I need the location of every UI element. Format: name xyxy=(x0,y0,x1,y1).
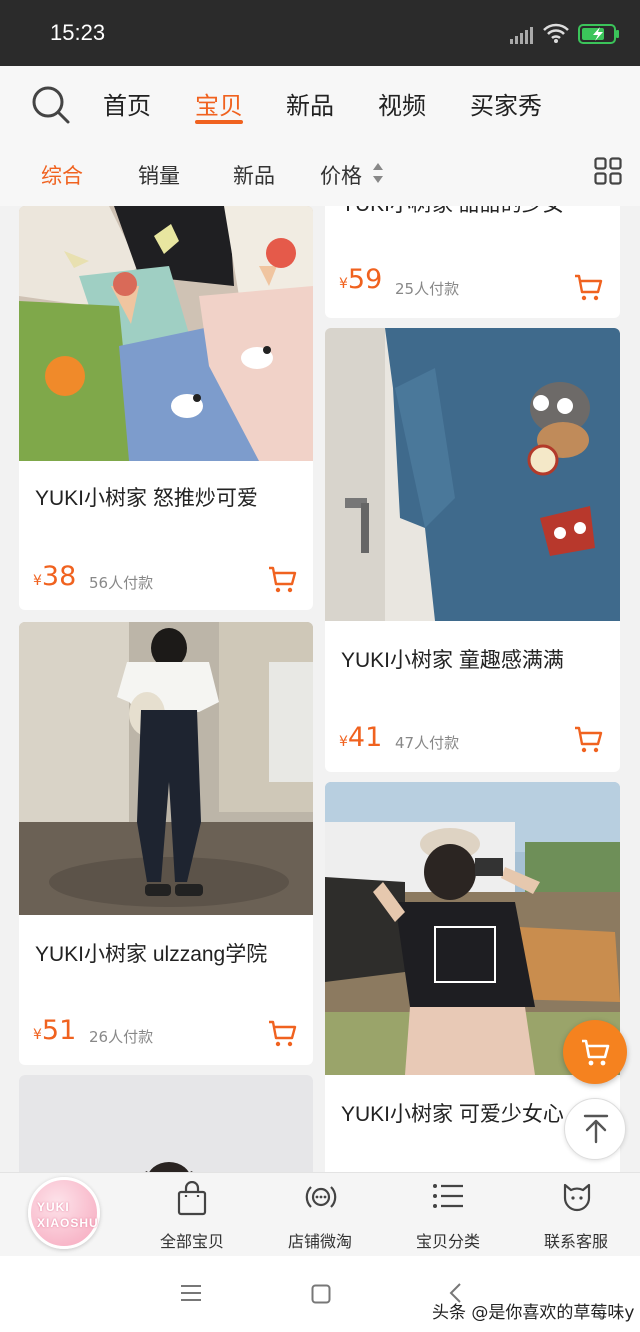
sold-count: 26人付款 xyxy=(89,1028,154,1046)
product-title: YUKI小树家 怒推炒可爱 xyxy=(35,487,258,510)
customer-service-label: 联系客服 xyxy=(543,1232,608,1251)
product-card[interactable] xyxy=(19,1075,313,1172)
tab-video[interactable]: 视频 xyxy=(378,86,426,121)
all-items-button[interactable]: 全部宝贝 xyxy=(128,1173,256,1257)
sold-count: 56人付款 xyxy=(89,574,154,592)
product-price: ¥59 xyxy=(339,264,383,295)
sort-comprehensive[interactable]: 综合 xyxy=(41,160,83,190)
add-to-cart-icon[interactable] xyxy=(573,272,603,302)
shop-feed-button[interactable]: 店铺微淘 xyxy=(256,1173,384,1257)
product-title: YUKI小树家 甜甜的少女 xyxy=(341,206,564,218)
status-bar: 15:23 xyxy=(0,0,640,66)
shop-top-nav: 首页 宝贝 新品 视频 买家秀 xyxy=(0,66,640,140)
status-time: 15:23 xyxy=(50,20,106,45)
tab-buyer-show[interactable]: 买家秀 xyxy=(470,86,542,121)
wifi-icon xyxy=(543,23,569,43)
grid-view-icon[interactable] xyxy=(594,157,622,185)
product-feed[interactable]: YUKI小树家 甜甜的少女 ¥59 25人付款 xyxy=(0,206,640,1172)
category-list-icon xyxy=(433,1184,463,1208)
arrow-up-icon xyxy=(583,1114,609,1144)
shopping-bag-icon xyxy=(177,1181,207,1216)
sort-sales[interactable]: 销量 xyxy=(138,160,180,190)
tab-items[interactable]: 宝贝 xyxy=(195,86,243,121)
home-icon[interactable] xyxy=(311,1284,331,1304)
customer-service-button[interactable]: 联系客服 xyxy=(512,1173,640,1257)
add-to-cart-icon[interactable] xyxy=(267,564,297,594)
watermark: 头条 @是你喜欢的草莓味y xyxy=(432,1303,635,1323)
all-items-label: 全部宝贝 xyxy=(159,1232,224,1251)
shop-logo[interactable]: YUKI XIAOSHU xyxy=(28,1177,100,1249)
product-title: YUKI小树家 童趣感满满 xyxy=(341,649,564,672)
add-to-cart-icon[interactable] xyxy=(267,1018,297,1048)
sold-count: 47人付款 xyxy=(395,734,460,752)
product-image xyxy=(19,622,313,915)
sort-arrows-icon xyxy=(373,163,383,183)
product-title: YUKI小树家 ulzzang学院 xyxy=(35,943,268,966)
product-card[interactable]: YUKI小树家 甜甜的少女 ¥59 25人付款 xyxy=(325,206,620,318)
active-tab-indicator xyxy=(195,120,243,124)
categories-button[interactable]: 宝贝分类 xyxy=(384,1173,512,1257)
tab-home[interactable]: 首页 xyxy=(103,86,151,121)
shop-bottom-bar: YUKI XIAOSHU 全部宝贝 店铺微淘 宝贝分类 联系客服 xyxy=(0,1172,640,1256)
product-card[interactable]: YUKI小树家 ulzzang学院 ¥51 26人付款 xyxy=(19,622,313,1065)
product-price: ¥41 xyxy=(339,722,383,753)
sort-new[interactable]: 新品 xyxy=(233,160,275,190)
product-image xyxy=(19,206,313,461)
cart-icon xyxy=(582,1039,610,1066)
menu-icon[interactable] xyxy=(180,1284,202,1302)
add-to-cart-icon[interactable] xyxy=(573,724,603,754)
product-price: ¥51 xyxy=(33,1015,77,1046)
shop-feed-label: 店铺微淘 xyxy=(287,1232,352,1251)
floating-cart-button[interactable] xyxy=(563,1020,627,1084)
broadcast-icon xyxy=(305,1186,337,1208)
categories-label: 宝贝分类 xyxy=(415,1232,480,1251)
product-image xyxy=(325,328,620,621)
battery-charging-icon xyxy=(578,24,619,44)
product-title: YUKI小树家 可爱少女心 xyxy=(341,1103,564,1126)
product-price: ¥38 xyxy=(33,561,77,592)
sort-bar: 综合 销量 新品 价格 xyxy=(0,140,640,206)
signal-icon xyxy=(510,27,533,44)
product-card[interactable]: YUKI小树家 童趣感满满 ¥41 47人付款 xyxy=(325,328,620,772)
product-image xyxy=(19,1075,313,1172)
tab-new[interactable]: 新品 xyxy=(286,86,334,121)
sold-count: 25人付款 xyxy=(395,280,460,298)
back-to-top-button[interactable] xyxy=(564,1098,626,1160)
search-icon[interactable] xyxy=(30,84,72,126)
product-card[interactable]: YUKI小树家 怒推炒可爱 ¥38 56人付款 xyxy=(19,206,313,610)
customer-service-icon xyxy=(563,1183,591,1212)
sort-price[interactable]: 价格 xyxy=(320,160,362,190)
